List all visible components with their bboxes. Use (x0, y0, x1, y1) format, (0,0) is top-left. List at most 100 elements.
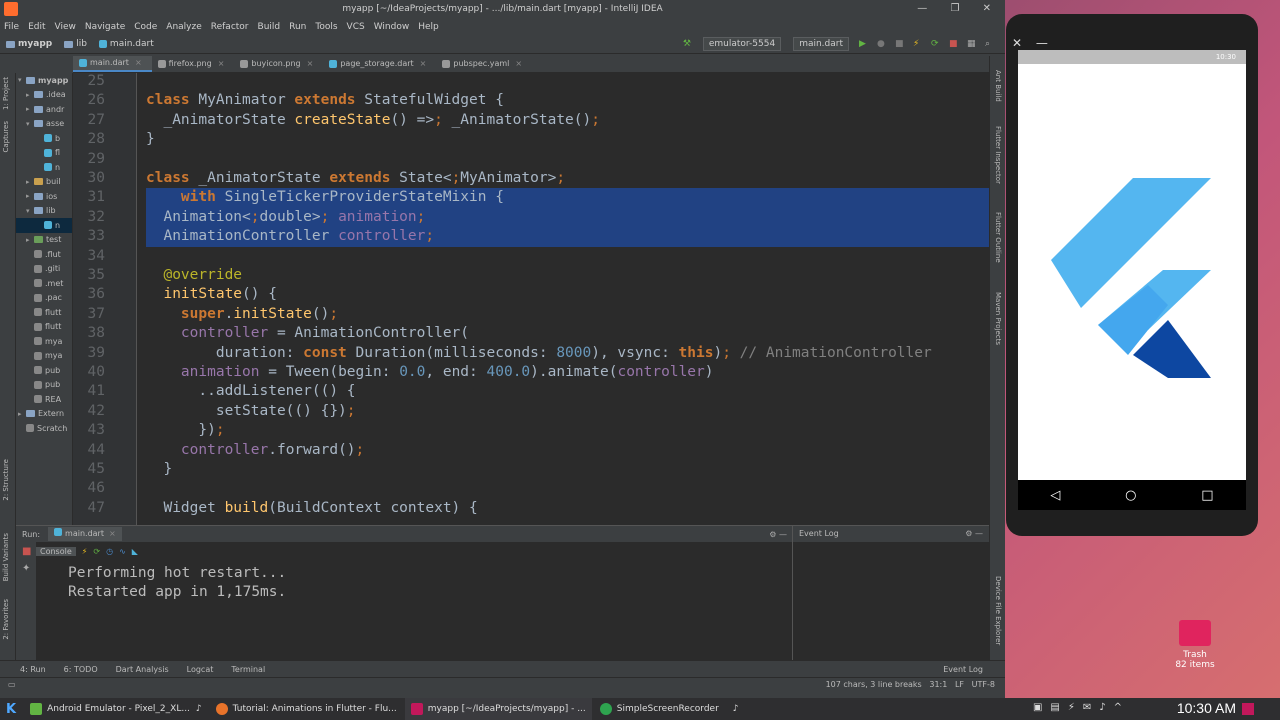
tool-tab-todo[interactable]: 6: TODO (64, 665, 98, 674)
settings-icon[interactable]: ⚙ — (965, 526, 983, 542)
tree-item[interactable]: mya (16, 334, 72, 349)
tree-item[interactable]: ▾ myapp (16, 73, 72, 88)
flutter-outline-tool-tab[interactable]: Flutter Outline (994, 212, 1002, 263)
task-browser[interactable]: Tutorial: Animations in Flutter - Flu... (210, 698, 403, 720)
search-icon[interactable]: ⌕ (985, 39, 995, 49)
recents-icon[interactable]: □ (1201, 488, 1213, 503)
flutter-icon[interactable]: ◣ (132, 547, 138, 556)
menu-navigate[interactable]: Navigate (85, 22, 125, 32)
tab-firefox-png[interactable]: firefox.png × (152, 56, 235, 72)
menu-edit[interactable]: Edit (28, 22, 45, 32)
breadcrumb-lib[interactable]: lib (64, 39, 87, 49)
close-icon[interactable]: × (218, 56, 225, 72)
menu-help[interactable]: Help (418, 22, 439, 32)
coverage-icon[interactable]: ■ (895, 39, 905, 49)
tree-item[interactable]: REA (16, 392, 72, 407)
project-tool-tab[interactable]: 1: Project (2, 77, 10, 110)
line-separator[interactable]: LF (955, 680, 964, 689)
tab-buyicon-png[interactable]: buyicon.png × (234, 56, 323, 72)
breadcrumb-project[interactable]: myapp (6, 39, 52, 49)
hammer-icon[interactable]: ⚒ (683, 39, 693, 49)
tree-item[interactable]: fl (16, 146, 72, 161)
structure-tool-tab[interactable]: 2: Structure (2, 459, 10, 501)
tree-item[interactable]: ▸ test (16, 233, 72, 248)
tree-item[interactable]: n (16, 218, 72, 233)
run-tab-main-dart[interactable]: main.dart × (48, 527, 122, 541)
tree-item[interactable]: .met (16, 276, 72, 291)
emulator-screen[interactable]: 10:30 (1018, 50, 1246, 494)
stop-icon[interactable]: ■ (949, 39, 959, 49)
caret-position[interactable]: 31:1 (929, 680, 947, 689)
captures-tool-tab[interactable]: Captures (2, 121, 10, 152)
tree-item[interactable]: b (16, 131, 72, 146)
task-intellij[interactable]: myapp [~/IdeaProjects/myapp] - ... (404, 698, 592, 720)
flutter-inspector-tool-tab[interactable]: Flutter Inspector (994, 126, 1002, 184)
hot-reload-icon[interactable]: ⚡ (82, 547, 88, 556)
system-tray[interactable]: ▣▤⚡✉♪^ (1033, 702, 1130, 713)
tree-item[interactable]: flutt (16, 305, 72, 320)
run-icon[interactable]: ▶ (859, 39, 869, 49)
desktop-trash[interactable]: Trash 82 items (1172, 620, 1218, 670)
tree-item[interactable]: pub (16, 363, 72, 378)
hot-restart-icon[interactable]: ⟳ (931, 39, 941, 49)
app-launcher[interactable]: K (0, 698, 22, 720)
menu-view[interactable]: View (55, 22, 76, 32)
close-icon[interactable]: × (515, 56, 522, 72)
tree-item[interactable]: .giti (16, 262, 72, 277)
close-icon[interactable]: × (109, 529, 116, 538)
stop-icon[interactable]: ■ (16, 542, 36, 557)
maven-projects-tool-tab[interactable]: Maven Projects (994, 292, 1002, 345)
menu-vcs[interactable]: VCS (347, 22, 365, 32)
pin-icon[interactable]: ✦ (16, 557, 36, 574)
emulator-close-icon[interactable]: ✕ (1012, 36, 1022, 50)
volume-icon[interactable]: ♪ (733, 704, 739, 714)
tool-tab-run[interactable]: 4: Run (20, 665, 46, 674)
run-config-selector[interactable]: main.dart (793, 37, 849, 51)
tree-item[interactable]: ▸ buil (16, 175, 72, 190)
performance-icon[interactable]: ∿ (119, 547, 126, 556)
taskbar-clock[interactable]: 10:30 AM (1177, 700, 1236, 716)
device-selector[interactable]: emulator-5554 (702, 37, 782, 51)
file-encoding[interactable]: UTF-8 (972, 680, 995, 689)
tree-item[interactable]: ▸ andr (16, 102, 72, 117)
tool-tab-logcat[interactable]: Logcat (187, 665, 214, 674)
tree-item[interactable]: pub (16, 378, 72, 393)
close-icon[interactable]: × (420, 56, 427, 72)
menu-tools[interactable]: Tools (315, 22, 337, 32)
timer-icon[interactable]: ◷ (106, 547, 113, 556)
tree-item[interactable]: Scratch (16, 421, 72, 436)
tool-tab-dart-analysis[interactable]: Dart Analysis (116, 665, 169, 674)
close-icon[interactable]: × (307, 56, 314, 72)
menu-code[interactable]: Code (134, 22, 157, 32)
emulator-minimize-icon[interactable]: — (1036, 36, 1048, 50)
favorites-tool-tab[interactable]: 2: Favorites (2, 599, 10, 640)
tab-main-dart[interactable]: main.dart × (73, 56, 152, 72)
tree-item[interactable]: ▸ Extern (16, 407, 72, 422)
tree-item[interactable]: flutt (16, 320, 72, 335)
home-icon[interactable]: ○ (1125, 488, 1136, 503)
tree-item[interactable]: ▸ .idea (16, 88, 72, 103)
hot-restart-icon[interactable]: ⟳ (93, 547, 100, 556)
notification-icon[interactable] (1242, 703, 1254, 715)
tab-page-storage-dart[interactable]: page_storage.dart × (323, 56, 436, 72)
task-emulator[interactable]: Android Emulator - Pixel_2_XL... ♪ (24, 698, 208, 720)
menu-refactor[interactable]: Refactor (211, 22, 249, 32)
tree-item[interactable]: ▾ lib (16, 204, 72, 219)
close-icon[interactable]: × (135, 55, 142, 71)
hot-reload-icon[interactable]: ⚡ (913, 39, 923, 49)
console-output[interactable]: Performing hot restart... Restarted app i… (68, 564, 286, 603)
tree-item[interactable]: .pac (16, 291, 72, 306)
project-structure-icon[interactable]: ▦ (967, 39, 977, 49)
debug-icon[interactable]: ● (877, 39, 887, 49)
settings-icon[interactable]: ⚙ — (769, 530, 787, 539)
status-icon[interactable]: ▭ (8, 680, 16, 689)
menu-window[interactable]: Window (374, 22, 410, 32)
menu-analyze[interactable]: Analyze (166, 22, 201, 32)
tab-pubspec-yaml[interactable]: pubspec.yaml × (436, 56, 532, 72)
task-recorder[interactable]: SimpleScreenRecorder (594, 698, 725, 720)
tree-item[interactable]: mya (16, 349, 72, 364)
code-editor[interactable]: 25 26 class MyAnimator extends StatefulWid… (73, 73, 989, 525)
menu-run[interactable]: Run (289, 22, 306, 32)
tree-item[interactable]: n (16, 160, 72, 175)
tree-item[interactable]: ▾ asse (16, 117, 72, 132)
